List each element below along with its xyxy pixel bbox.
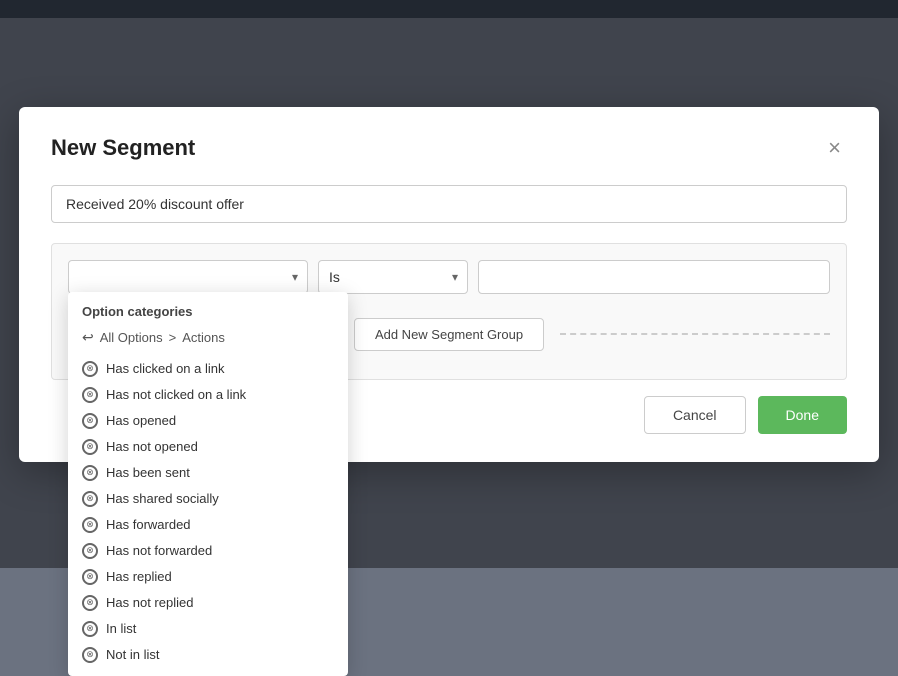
option-icon-1: ⊗ xyxy=(82,387,98,403)
list-item[interactable]: ⊗ Has shared socially xyxy=(68,486,348,512)
dropdown-item-label-9: Has not replied xyxy=(106,595,193,610)
modal-header: New Segment × xyxy=(51,135,847,161)
add-new-segment-group-button[interactable]: Add New Segment Group xyxy=(354,318,544,351)
list-item[interactable]: ⊗ Has clicked on a link xyxy=(68,356,348,382)
dropdown-item-label-0: Has clicked on a link xyxy=(106,361,225,376)
cancel-button[interactable]: Cancel xyxy=(644,396,746,434)
option-icon-11: ⊗ xyxy=(82,647,98,663)
is-select[interactable]: Is Is not xyxy=(318,260,468,294)
list-item[interactable]: ⊗ Has replied xyxy=(68,564,348,590)
new-segment-modal: New Segment × ▾ Option categories ↩ All xyxy=(19,107,879,462)
condition-value-input[interactable] xyxy=(478,260,830,294)
dropdown-item-label-1: Has not clicked on a link xyxy=(106,387,246,402)
list-item[interactable]: ⊗ Has not replied xyxy=(68,590,348,616)
dropdown-item-label-8: Has replied xyxy=(106,569,172,584)
modal-title: New Segment xyxy=(51,135,195,161)
dropdown-back-label: All Options xyxy=(100,330,163,345)
list-item[interactable]: ⊗ In list xyxy=(68,616,348,642)
list-item[interactable]: ⊗ Has opened xyxy=(68,408,348,434)
dropdown-back-section: Actions xyxy=(182,330,225,345)
dropdown-category-header: Option categories xyxy=(68,292,348,325)
condition-dropdown-menu: Option categories ↩ All Options > Action… xyxy=(68,292,348,676)
dropdown-back-link[interactable]: ↩ All Options > Actions xyxy=(68,325,348,356)
segment-body: ▾ Option categories ↩ All Options > Acti… xyxy=(51,243,847,380)
option-icon-2: ⊗ xyxy=(82,413,98,429)
option-icon-8: ⊗ xyxy=(82,569,98,585)
dropdown-item-label-10: In list xyxy=(106,621,136,636)
list-item[interactable]: ⊗ Has not clicked on a link xyxy=(68,382,348,408)
condition-row: ▾ Option categories ↩ All Options > Acti… xyxy=(68,260,830,294)
dropdown-item-label-4: Has been sent xyxy=(106,465,190,480)
dropdown-item-label-11: Not in list xyxy=(106,647,159,662)
segment-name-input[interactable] xyxy=(51,185,847,223)
dropdown-item-label-6: Has forwarded xyxy=(106,517,191,532)
option-icon-5: ⊗ xyxy=(82,491,98,507)
done-button[interactable]: Done xyxy=(758,396,847,434)
dropdown-item-label-2: Has opened xyxy=(106,413,176,428)
list-item[interactable]: ⊗ Not in list xyxy=(68,642,348,668)
add-group-line-right xyxy=(560,333,830,335)
is-select-wrapper: Is Is not ▾ xyxy=(318,260,468,294)
condition-select[interactable] xyxy=(68,260,308,294)
list-item[interactable]: ⊗ Has been sent xyxy=(68,460,348,486)
option-icon-4: ⊗ xyxy=(82,465,98,481)
list-item[interactable]: ⊗ Has forwarded xyxy=(68,512,348,538)
back-arrow-icon: ↩ xyxy=(82,329,94,346)
option-icon-3: ⊗ xyxy=(82,439,98,455)
dropdown-item-label-7: Has not forwarded xyxy=(106,543,212,558)
option-icon-0: ⊗ xyxy=(82,361,98,377)
list-item[interactable]: ⊗ Has not opened xyxy=(68,434,348,460)
dropdown-item-label-3: Has not opened xyxy=(106,439,198,454)
option-icon-7: ⊗ xyxy=(82,543,98,559)
list-item[interactable]: ⊗ Has not forwarded xyxy=(68,538,348,564)
close-button[interactable]: × xyxy=(822,135,847,161)
dropdown-item-label-5: Has shared socially xyxy=(106,491,219,506)
condition-select-wrapper: ▾ Option categories ↩ All Options > Acti… xyxy=(68,260,308,294)
dropdown-back-separator: > xyxy=(169,330,177,345)
option-icon-9: ⊗ xyxy=(82,595,98,611)
option-icon-10: ⊗ xyxy=(82,621,98,637)
option-icon-6: ⊗ xyxy=(82,517,98,533)
